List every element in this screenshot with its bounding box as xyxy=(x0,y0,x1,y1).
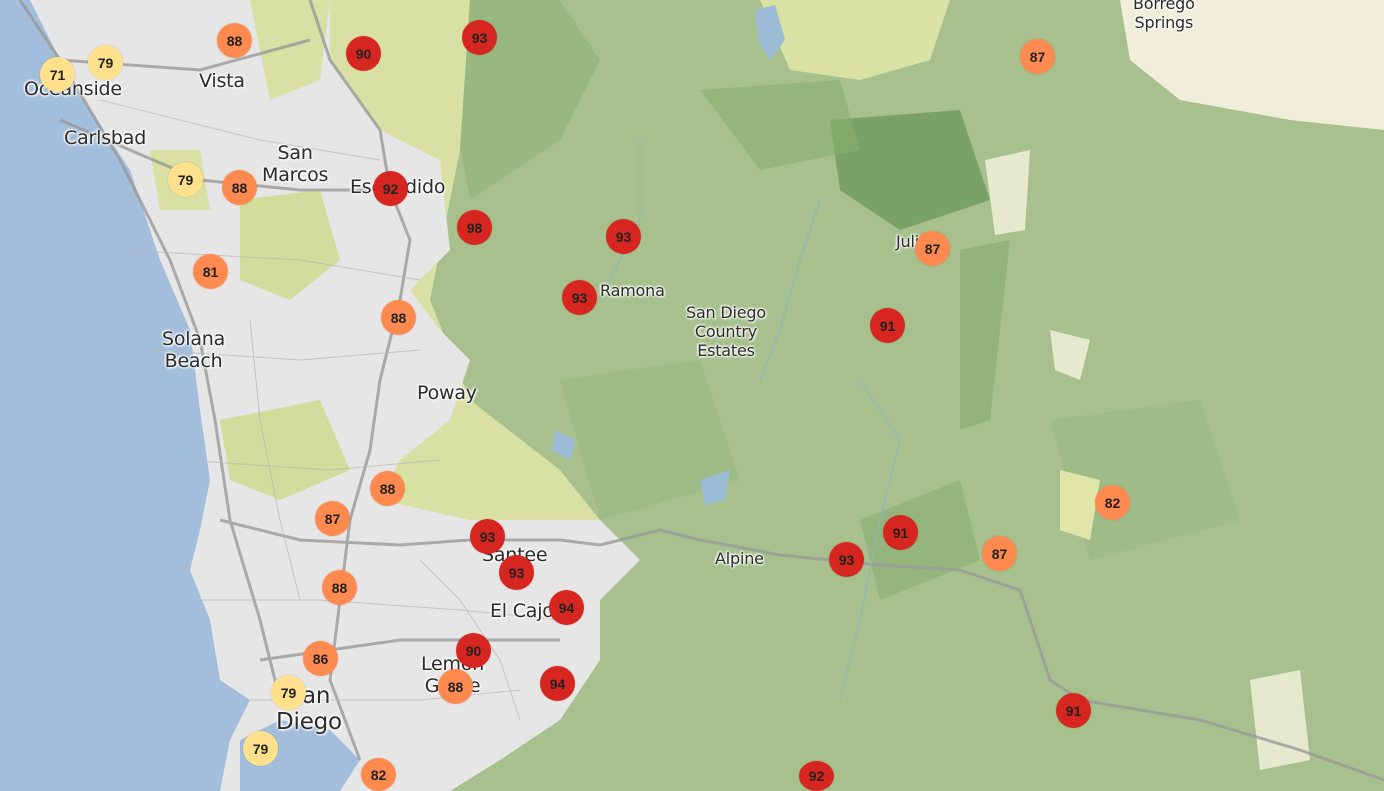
reading-marker[interactable]: 87 xyxy=(1020,39,1055,74)
reading-value: 93 xyxy=(571,289,588,306)
reading-marker[interactable]: 88 xyxy=(438,669,473,704)
reading-marker[interactable]: 91 xyxy=(870,308,905,343)
reading-marker[interactable]: 92 xyxy=(373,171,408,206)
reading-marker[interactable]: 88 xyxy=(381,300,416,335)
reading-value: 79 xyxy=(252,740,269,757)
reading-value: 81 xyxy=(202,263,219,280)
reading-value: 92 xyxy=(808,768,825,784)
reading-marker[interactable]: 79 xyxy=(243,731,278,766)
reading-value: 90 xyxy=(465,642,482,659)
reading-value: 88 xyxy=(226,32,243,49)
label-carlsbad: Carlsbad xyxy=(64,127,147,149)
reading-marker[interactable]: 93 xyxy=(562,280,597,315)
reading-marker[interactable]: 79 xyxy=(168,162,203,197)
reading-value: 82 xyxy=(370,766,387,783)
reading-value: 79 xyxy=(177,171,194,188)
reading-marker[interactable]: 93 xyxy=(470,519,505,554)
reading-value: 93 xyxy=(508,564,525,581)
reading-marker[interactable]: 94 xyxy=(540,666,575,701)
reading-value: 88 xyxy=(390,309,407,326)
reading-marker[interactable]: 94 xyxy=(549,590,584,625)
reading-value: 86 xyxy=(312,650,329,667)
reading-marker[interactable]: 93 xyxy=(606,219,641,254)
reading-marker[interactable]: 87 xyxy=(982,536,1017,571)
reading-marker[interactable]: 98 xyxy=(457,210,492,245)
reading-marker[interactable]: 86 xyxy=(303,641,338,676)
reading-value: 93 xyxy=(838,551,855,568)
label-alpine: Alpine xyxy=(715,549,764,568)
reading-marker[interactable]: 82 xyxy=(361,758,396,791)
reading-value: 88 xyxy=(331,579,348,596)
reading-marker[interactable]: 91 xyxy=(883,515,918,550)
reading-value: 79 xyxy=(97,54,114,71)
reading-value: 88 xyxy=(447,678,464,695)
reading-value: 98 xyxy=(466,219,483,236)
reading-marker[interactable]: 90 xyxy=(456,633,491,668)
reading-value: 92 xyxy=(382,180,399,197)
label-vista: Vista xyxy=(199,70,245,92)
reading-marker[interactable]: 93 xyxy=(462,20,497,55)
reading-value: 93 xyxy=(479,528,496,545)
reading-marker[interactable]: 79 xyxy=(88,45,123,80)
reading-marker[interactable]: 88 xyxy=(370,471,405,506)
reading-marker[interactable]: 88 xyxy=(322,570,357,605)
label-san-marcos: San Marcos xyxy=(262,142,329,186)
reading-value: 93 xyxy=(615,228,632,245)
reading-marker[interactable]: 90 xyxy=(346,36,381,71)
reading-marker[interactable]: 81 xyxy=(193,254,228,289)
reading-marker[interactable]: 82 xyxy=(1095,485,1130,520)
label-solana-beach: Solana Beach xyxy=(162,328,226,372)
label-poway: Poway xyxy=(417,382,477,404)
reading-value: 87 xyxy=(991,545,1008,562)
reading-value: 91 xyxy=(1065,702,1082,719)
reading-value: 87 xyxy=(924,240,941,257)
map-canvas[interactable]: Oceanside Vista Carlsbad San Marcos Esco… xyxy=(0,0,1384,791)
reading-marker[interactable]: 92 xyxy=(799,761,834,791)
reading-value: 82 xyxy=(1104,494,1121,511)
label-sd-country-estates: San Diego Country Estates xyxy=(686,303,766,360)
reading-value: 90 xyxy=(355,45,372,62)
label-borrego-springs: Borrego Springs xyxy=(1133,0,1195,32)
reading-value: 94 xyxy=(549,675,566,692)
reading-value: 87 xyxy=(324,510,341,527)
reading-marker[interactable]: 88 xyxy=(217,23,252,58)
reading-marker[interactable]: 87 xyxy=(315,501,350,536)
reading-marker[interactable]: 88 xyxy=(222,170,257,205)
reading-value: 79 xyxy=(280,684,297,701)
reading-value: 88 xyxy=(231,179,248,196)
reading-marker[interactable]: 91 xyxy=(1056,693,1091,728)
reading-marker[interactable]: 79 xyxy=(271,675,306,710)
reading-marker[interactable]: 93 xyxy=(829,542,864,577)
reading-value: 91 xyxy=(892,524,909,541)
reading-value: 91 xyxy=(879,317,896,334)
reading-value: 88 xyxy=(379,480,396,497)
reading-value: 94 xyxy=(558,599,575,616)
reading-marker[interactable]: 71 xyxy=(40,57,75,92)
reading-value: 71 xyxy=(49,66,66,83)
reading-marker[interactable]: 87 xyxy=(915,231,950,266)
reading-value: 93 xyxy=(471,29,488,46)
reading-marker[interactable]: 93 xyxy=(499,555,534,590)
label-ramona: Ramona xyxy=(600,281,665,300)
reading-value: 87 xyxy=(1029,48,1046,65)
map-basemap xyxy=(0,0,1384,791)
